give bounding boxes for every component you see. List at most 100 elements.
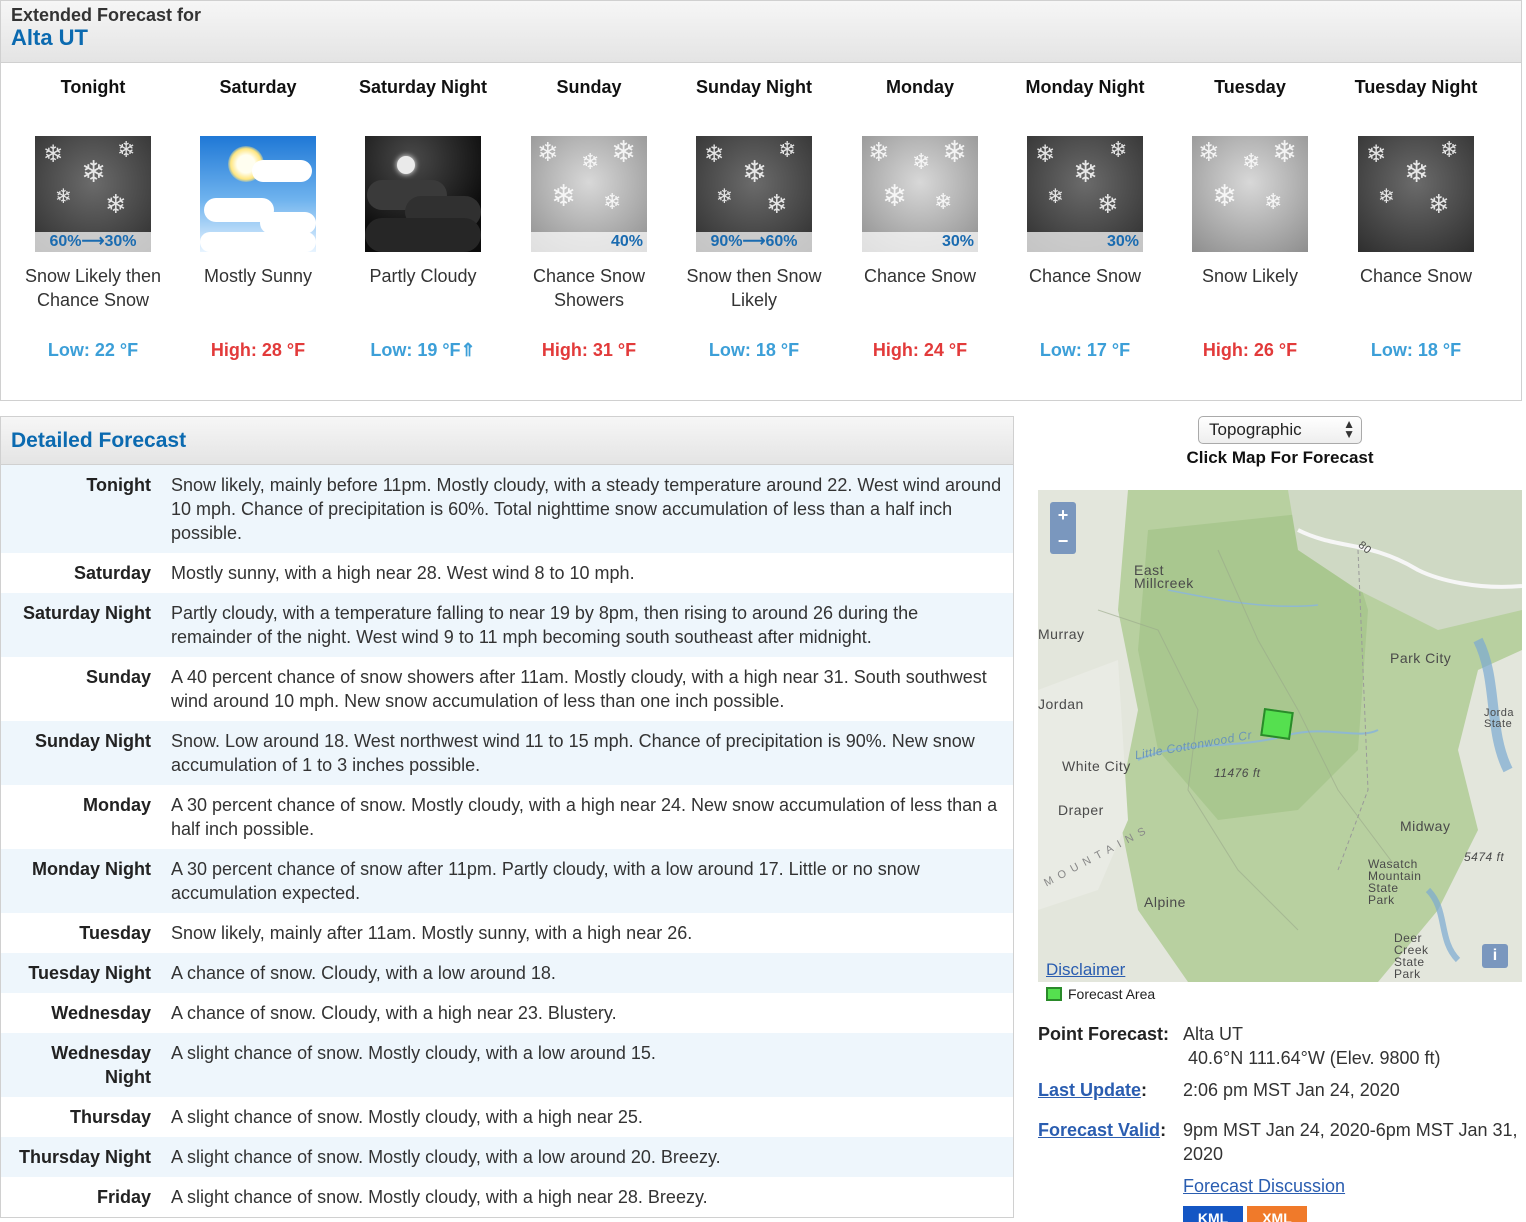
short-description: Snow Likely [1201, 266, 1299, 286]
map-label-park-city: Park City [1390, 650, 1452, 666]
detailed-row: Monday Night A 30 percent chance of snow … [1, 849, 1013, 913]
forecast-period-monday-night[interactable]: Monday Night ❄ ❄ ❄ ❄ ❄ 30% Chance Snow L… [1010, 75, 1160, 361]
forecast-period-tuesday-night[interactable]: Tuesday Night ❄ ❄ ❄ ❄ ❄ Chance Snow Low:… [1341, 75, 1491, 361]
short-description: Chance Snow Showers [532, 266, 646, 310]
map-label-draper: Draper [1058, 802, 1104, 818]
forecast-period-saturday-night[interactable]: Saturday Night Partly Cloudy Low: 19 °F⇑ [348, 75, 498, 361]
row-text: Snow. Low around 18. West northwest wind… [171, 731, 975, 775]
snow-dark-icon: ❄ ❄ ❄ ❄ ❄ 30% [1027, 136, 1143, 252]
period-name: Saturday Night [358, 77, 487, 97]
forecast-period-saturday[interactable]: Saturday Mostly Sunny High: 28 °F [183, 75, 333, 361]
forecast-period-sunday[interactable]: Sunday ❄ ❄ ❄ ❄ ❄ 40% Chance Snow Showers… [514, 75, 664, 361]
location-title: Alta UT [11, 25, 88, 50]
row-label: Thursday Night [18, 1147, 151, 1167]
forecast-discussion-link[interactable]: Forecast Discussion [1183, 1174, 1523, 1198]
detailed-row: Wednesday A chance of snow. Cloudy, with … [1, 993, 1013, 1033]
temperature: Low: 19 °F⇑ [370, 340, 476, 360]
disclaimer-link[interactable]: Disclaimer [1046, 960, 1125, 980]
night-cloudy-icon [365, 136, 481, 252]
precip-chance: 30% [862, 232, 978, 252]
temperature: High: 31 °F [541, 340, 637, 360]
map-label-elevation: 5474 ft [1464, 850, 1505, 864]
precip-chance: 40% [531, 232, 647, 252]
seven-day-forecast-panel: Tonight ❄ ❄ ❄ ❄ ❄ 60%⟶30% Snow Likely th… [0, 63, 1522, 401]
row-label: Tuesday Night [28, 963, 151, 983]
detailed-row: Sunday A 40 percent chance of snow shower… [1, 657, 1013, 721]
period-name: Sunday Night [696, 77, 812, 97]
row-label: Saturday Night [22, 603, 151, 623]
temperature: Low: 17 °F [1039, 340, 1131, 360]
forecast-period-monday[interactable]: Monday ❄ ❄ ❄ ❄ ❄ 30% Chance Snow High: 2… [845, 75, 995, 361]
row-label: Thursday [69, 1107, 151, 1127]
xml-button[interactable]: XML [1247, 1206, 1307, 1222]
forecast-map[interactable]: + − East Millcreek Murray Jordan White C… [1038, 490, 1522, 982]
map-label-alpine: Alpine [1144, 894, 1186, 910]
row-label: Monday Night [32, 859, 151, 879]
row-label: Tonight [86, 475, 151, 495]
short-description: Chance Snow [1359, 266, 1473, 286]
detailed-row: Wednesday Night A slight chance of snow. … [1, 1033, 1013, 1097]
row-text: Snow likely, mainly before 11pm. Mostly … [171, 475, 1002, 543]
detailed-row: Tuesday Night A chance of snow. Cloudy, w… [1, 953, 1013, 993]
last-update-row: Last Update: [1038, 1078, 1147, 1102]
row-text: A slight chance of snow. Mostly cloudy, … [171, 1147, 721, 1167]
short-description: Snow Likely then Chance Snow [24, 266, 162, 310]
short-description: Chance Snow [1028, 266, 1142, 286]
map-legend: Forecast Area [1046, 986, 1155, 1002]
map-label-murray: Murray [1038, 626, 1085, 642]
click-map-label: Click Map For Forecast [1186, 448, 1374, 467]
temperature: Low: 18 °F [1370, 340, 1462, 360]
map-label-east-millcreek: East Millcreek [1134, 562, 1194, 591]
map-label-white-city: White City [1062, 758, 1131, 774]
row-text: A 40 percent chance of snow showers afte… [171, 667, 987, 711]
row-text: A chance of snow. Cloudy, with a high ne… [171, 1003, 617, 1023]
row-label: Wednesday Night [51, 1043, 151, 1087]
row-text: A 30 percent chance of snow. Mostly clou… [171, 795, 998, 839]
forecast-valid-link[interactable]: Forecast Valid [1038, 1120, 1160, 1140]
temperature: Low: 22 °F [47, 340, 139, 360]
forecast-area-marker[interactable] [1260, 708, 1294, 740]
last-update-link[interactable]: Last Update [1038, 1080, 1141, 1100]
temperature: High: 28 °F [210, 340, 306, 360]
detailed-forecast-title: Detailed Forecast [11, 429, 187, 452]
detailed-row: Thursday Night A slight chance of snow. M… [1, 1137, 1013, 1177]
row-text: Partly cloudy, with a temperature fallin… [171, 603, 919, 647]
forecast-period-tuesday[interactable]: Tuesday ❄ ❄ ❄ ❄ ❄ Snow Likely High: 26 °… [1175, 75, 1325, 361]
map-label-midway: Midway [1400, 818, 1451, 834]
info-button[interactable]: i [1482, 944, 1508, 968]
short-description: Mostly Sunny [203, 266, 313, 286]
detailed-row: Sunday Night Snow. Low around 18. West no… [1, 721, 1013, 785]
map-type-select[interactable]: Topographic ▲ ▼ [1198, 416, 1362, 444]
period-name: Tonight [60, 77, 126, 97]
snow-light-icon: ❄ ❄ ❄ ❄ ❄ 30% [862, 136, 978, 252]
detailed-row: Friday A slight chance of snow. Mostly cl… [1, 1177, 1013, 1217]
temperature: Low: 18 °F [708, 340, 800, 360]
temperature: High: 26 °F [1202, 340, 1298, 360]
precip-chance: 60%⟶30% [35, 232, 151, 252]
row-text: A slight chance of snow. Mostly cloudy, … [171, 1043, 656, 1063]
point-forecast-coords: 40.6°N 111.64°W (Elev. 9800 ft) [1188, 1048, 1441, 1068]
map-label-jordan: Jordan [1038, 696, 1084, 712]
map-label-wasatch: Wasatch Mountain State Park [1368, 857, 1422, 907]
forecast-period-sunday-night[interactable]: Sunday Night ❄ ❄ ❄ ❄ ❄ 90%⟶60% Snow then… [679, 75, 829, 361]
forecast-period-tonight[interactable]: Tonight ❄ ❄ ❄ ❄ ❄ 60%⟶30% Snow Likely th… [18, 75, 168, 361]
row-label: Wednesday [51, 1003, 151, 1023]
last-update-value: 2:06 pm MST Jan 24, 2020 [1183, 1080, 1400, 1100]
colon: : [1160, 1120, 1167, 1140]
row-text: Snow likely, mainly after 11am. Mostly s… [171, 923, 693, 943]
row-text: A slight chance of snow. Mostly cloudy, … [171, 1187, 708, 1207]
kml-button[interactable]: KML [1183, 1206, 1243, 1222]
period-name: Monday Night [1025, 77, 1145, 97]
zoom-out-button[interactable]: − [1050, 528, 1076, 554]
temperature: High: 24 °F [872, 340, 968, 360]
zoom-in-button[interactable]: + [1050, 502, 1076, 528]
detailed-row: Saturday Mostly sunny, with a high near 2… [1, 553, 1013, 593]
detailed-forecast-header: Detailed Forecast [1, 417, 1013, 465]
legend-label: Forecast Area [1068, 986, 1156, 1002]
forecast-valid-value: 9pm MST Jan 24, 2020-6pm MST Jan 31, 202… [1183, 1120, 1518, 1164]
extended-forecast-title: Extended Forecast for [11, 5, 202, 25]
detailed-row: Tuesday Snow likely, mainly after 11am. M… [1, 913, 1013, 953]
colon: : [1141, 1080, 1148, 1100]
row-text: Mostly sunny, with a high near 28. West … [171, 563, 635, 583]
zoom-control: + − [1050, 502, 1076, 554]
